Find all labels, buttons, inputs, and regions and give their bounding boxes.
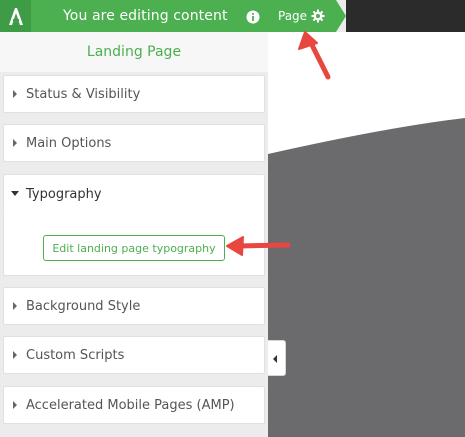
gear-icon (311, 9, 325, 23)
edit-typography-button[interactable]: Edit landing page typography (43, 235, 225, 261)
top-bar: You are editing content (0, 0, 268, 32)
section-status-visibility[interactable]: Status & Visibility (3, 75, 265, 113)
collapse-sidebar-button[interactable] (268, 340, 286, 376)
section-label: Main Options (26, 136, 112, 151)
section-label: Accelerated Mobile Pages (AMP) (26, 398, 235, 413)
annotation-arrow-typography-button (226, 236, 291, 256)
page-tab-pointer (336, 0, 346, 32)
caret-down-icon (11, 191, 19, 196)
collapse-arrow-icon (273, 355, 277, 363)
section-amp[interactable]: Accelerated Mobile Pages (AMP) (3, 386, 265, 424)
page-settings-tab[interactable]: Page (268, 0, 336, 32)
info-icon[interactable] (246, 9, 260, 24)
caret-right-icon (13, 351, 17, 359)
page-tab-label: Page (278, 9, 308, 23)
section-label: Background Style (26, 299, 141, 314)
logo-icon[interactable] (0, 0, 31, 32)
section-background-style[interactable]: Background Style (3, 287, 265, 325)
section-label: Custom Scripts (26, 348, 125, 363)
editing-status-title: You are editing content (63, 8, 228, 24)
section-custom-scripts[interactable]: Custom Scripts (3, 336, 265, 374)
page-preview (268, 32, 465, 437)
section-label: Status & Visibility (26, 87, 141, 102)
preview-shape (268, 118, 465, 437)
caret-right-icon (13, 139, 17, 147)
panel-title: Landing Page (0, 32, 268, 72)
section-label: Typography (26, 187, 102, 202)
caret-right-icon (13, 401, 17, 409)
section-main-options[interactable]: Main Options (3, 124, 265, 162)
caret-right-icon (13, 90, 17, 98)
annotation-arrow-page-tab (298, 31, 331, 80)
section-typography[interactable]: Typography (3, 174, 265, 214)
top-bar-right (346, 0, 465, 32)
caret-right-icon (13, 302, 17, 310)
